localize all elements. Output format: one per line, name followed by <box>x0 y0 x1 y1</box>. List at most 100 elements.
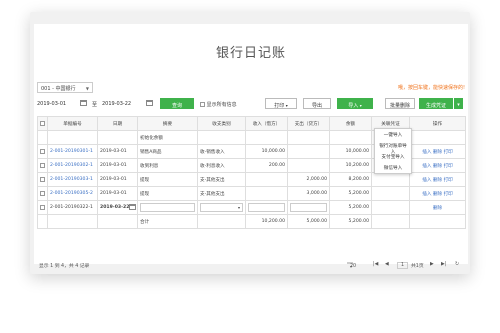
row-income <box>245 130 288 145</box>
row-actions: 插入 删除 打印 <box>409 186 466 201</box>
table-row-editing[interactable]: 2-001-20190322-1 2019-03-22 ▾ 5,200.00 删… <box>37 200 466 215</box>
row-income: 10,000.00 <box>245 144 288 159</box>
row-checkbox-cell[interactable] <box>37 172 48 187</box>
row-code-link[interactable]: 2-001-20190301-1 <box>47 144 98 159</box>
delete-link[interactable]: 删除 <box>433 164 442 169</box>
start-date-input[interactable]: 2019-03-01 <box>37 98 77 109</box>
end-date-input[interactable]: 2019-03-22 <box>102 98 142 109</box>
show-all-checkbox[interactable] <box>200 102 205 107</box>
row-checkbox-cell[interactable] <box>37 158 48 173</box>
row-actions: 插入 删除 打印 <box>409 158 466 173</box>
row-expense <box>287 144 330 159</box>
category-select[interactable]: ▾ <box>200 203 243 212</box>
print-link[interactable]: 打印 <box>444 192 453 197</box>
row-expense <box>287 158 330 173</box>
total-income: 10,200.00 <box>245 214 288 229</box>
category-edit-cell[interactable]: ▾ <box>197 200 246 215</box>
page-size-select[interactable]: 20 ▾ <box>347 262 356 269</box>
import-menu-item[interactable]: 一键导入 <box>375 129 411 140</box>
import-menu-item[interactable]: 银行对账单导入 <box>375 140 411 155</box>
row-balance: 10,000.00 <box>329 144 372 159</box>
date-edit-cell[interactable]: 2019-03-22 <box>97 200 138 215</box>
row-expense <box>287 130 330 145</box>
delete-link[interactable]: 删除 <box>433 150 442 155</box>
calendar-icon[interactable] <box>146 100 153 106</box>
show-all-label: 显示所有信息 <box>206 102 237 108</box>
page-title: 银行日记账 <box>215 46 286 61</box>
row-checkbox[interactable] <box>40 204 45 210</box>
row-expense: 2,000.00 <box>287 172 330 187</box>
calendar-icon[interactable] <box>129 204 136 210</box>
delete-link[interactable]: 删除 <box>433 192 442 197</box>
income-input[interactable] <box>248 203 285 212</box>
generate-voucher-button[interactable]: 生成凭证 <box>419 98 453 109</box>
select-all-checkbox[interactable] <box>40 120 45 126</box>
row-checkbox[interactable] <box>40 190 45 196</box>
export-button[interactable]: 导出 <box>303 98 331 109</box>
main-panel: 银行日记账 001 - 中国银行 ▼ 哦，按回车键，能快速保存的! 2019-0… <box>34 24 468 269</box>
row-checkbox-cell[interactable] <box>37 144 48 159</box>
insert-link[interactable]: 插入 <box>422 192 431 197</box>
row-code <box>47 130 98 145</box>
insert-link[interactable]: 插入 <box>422 164 431 169</box>
column-header: 收入（借方） <box>245 116 288 131</box>
table-row[interactable]: 2-001-20190305-2 2019-03-01 提现 支-其他支出 3,… <box>37 186 466 201</box>
record-summary: 显示 1 到 4，共 4 记录 <box>39 264 90 269</box>
row-checkbox-cell[interactable] <box>37 186 48 201</box>
account-select[interactable]: 001 - 中国银行 ▼ <box>37 82 93 93</box>
next-page-icon[interactable]: ▶ <box>430 262 434 267</box>
first-page-icon[interactable]: |◀ <box>373 262 378 267</box>
row-category: 支-其他支出 <box>197 186 246 201</box>
row-code: 2-001-20190322-1 <box>47 200 98 215</box>
import-button[interactable]: 导入 ▾ <box>337 98 373 109</box>
print-button[interactable]: 打印 ▾ <box>265 98 297 109</box>
summary-input[interactable] <box>140 203 195 212</box>
print-link[interactable]: 打印 <box>444 150 453 155</box>
expense-edit-cell[interactable] <box>287 200 330 215</box>
last-page-icon[interactable]: ▶| <box>441 262 446 267</box>
show-all-option[interactable]: 显示所有信息 <box>200 101 237 108</box>
table-row[interactable]: 2-001-20190303-1 2019-03-01 提现 支-其他支出 2,… <box>37 172 466 187</box>
import-menu-item[interactable]: 微信导入 <box>375 162 411 173</box>
chevron-down-icon: ▾ <box>350 264 353 269</box>
row-checkbox[interactable] <box>40 148 45 154</box>
row-code-link[interactable]: 2-001-20190303-1 <box>47 172 98 187</box>
page-number-input[interactable]: 1 <box>397 262 409 269</box>
insert-link[interactable]: 插入 <box>422 178 431 183</box>
print-link[interactable]: 打印 <box>444 178 453 183</box>
select-all-cell[interactable] <box>37 116 48 131</box>
print-link[interactable]: 打印 <box>444 164 453 169</box>
row-code-link[interactable]: 2-001-20190305-2 <box>47 186 98 201</box>
total-balance: 5,200.00 <box>329 214 372 229</box>
refresh-icon[interactable]: ↻ <box>455 262 459 267</box>
query-button[interactable]: 查询 <box>160 98 194 109</box>
insert-link[interactable]: 插入 <box>422 150 431 155</box>
chevron-down-icon: ▼ <box>85 86 89 91</box>
delete-link[interactable]: 删除 <box>433 178 442 183</box>
total-label: 合计 <box>137 214 198 229</box>
delete-link[interactable]: 删除 <box>433 206 442 211</box>
row-date: 2019-03-01 <box>97 144 138 159</box>
row-checkbox-cell[interactable] <box>37 200 48 215</box>
prev-page-icon[interactable]: ◀ <box>385 262 389 267</box>
row-category: 收-利息收入 <box>197 158 246 173</box>
income-edit-cell[interactable] <box>245 200 288 215</box>
chevron-down-icon: ▾ <box>285 102 288 108</box>
total-row: 合计 10,200.00 5,000.00 5,200.00 <box>37 214 466 229</box>
row-code-link[interactable]: 2-001-20190302-1 <box>47 158 98 173</box>
expense-input[interactable] <box>290 203 327 212</box>
import-label: 导入 <box>348 102 359 109</box>
row-checkbox[interactable] <box>40 162 45 168</box>
chevron-down-icon: ▾ <box>237 205 240 210</box>
row-date: 2019-03-01 <box>97 158 138 173</box>
batch-delete-button[interactable]: 批量删除 <box>385 98 415 109</box>
row-category <box>197 130 246 145</box>
row-balance: 10,200.00 <box>329 158 372 173</box>
summary-edit-cell[interactable] <box>137 200 198 215</box>
row-checkbox[interactable] <box>40 176 45 182</box>
chevron-down-icon[interactable]: ▾ <box>454 98 463 109</box>
calendar-icon[interactable] <box>80 100 87 106</box>
date-edit-value[interactable]: 2019-03-22 <box>100 205 129 210</box>
row-balance: 8,200.00 <box>329 172 372 187</box>
column-header: 操作 <box>409 116 466 131</box>
